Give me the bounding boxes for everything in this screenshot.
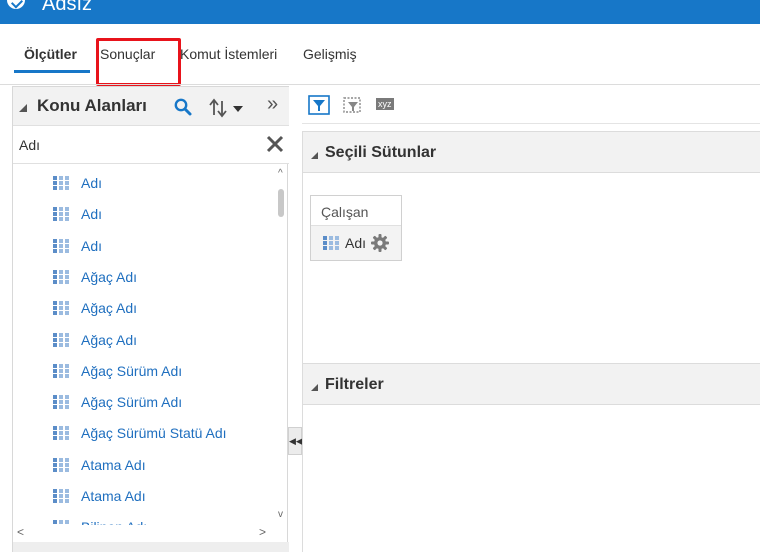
collapse-triangle-icon[interactable] [311, 384, 318, 391]
subject-areas-panel: Konu Alanları » Adı Adı Adı Ağaç Adı Ağaç Ad… [12, 86, 289, 552]
tree-item-label: Ağaç Sürüm Adı [81, 362, 183, 379]
search-icon[interactable] [173, 97, 193, 117]
tab-prompts[interactable]: Komut İstemleri [180, 46, 277, 62]
panel-footer [13, 542, 289, 552]
tab-advanced[interactable]: Gelişmiş [303, 46, 357, 62]
tree-item[interactable]: Atama Adı [53, 454, 146, 476]
selected-columns-title: Seçili Sütunlar [325, 144, 437, 161]
selected-column-label: Adı [345, 235, 367, 251]
column-icon [53, 176, 69, 190]
tree-item[interactable]: Adı [53, 172, 102, 194]
tree-item[interactable]: Adı [53, 235, 102, 257]
scroll-up-icon[interactable]: ^ [278, 168, 283, 179]
scroll-down-icon[interactable]: v [278, 509, 283, 520]
scroll-left-icon[interactable]: < [17, 525, 24, 539]
tree-item-label: Ağaç Adı [81, 331, 138, 348]
column-icon [53, 426, 69, 441]
subject-search-input[interactable] [19, 134, 259, 156]
column-group-label: Çalışan [311, 196, 401, 226]
clear-search-icon[interactable] [265, 134, 285, 154]
collapse-pane-button[interactable]: ◀◀ [288, 427, 303, 455]
filter-icon[interactable] [308, 95, 330, 115]
column-icon [53, 395, 69, 410]
results-tab-highlight [96, 38, 181, 86]
divider [0, 84, 760, 85]
active-tab-indicator [14, 70, 90, 73]
tree-item[interactable]: Ağaç Adı [53, 329, 137, 351]
tree-item-label: Ağaç Sürüm Adı [81, 394, 183, 411]
column-icon [53, 238, 69, 253]
column-icon [53, 332, 69, 347]
sort-icon[interactable] [208, 97, 248, 119]
column-icon [53, 269, 69, 284]
search-row [13, 126, 289, 164]
collapse-triangle-icon[interactable] [19, 104, 27, 112]
tree-item[interactable]: Adı [53, 203, 102, 225]
sql-expression-icon[interactable]: xyz [376, 98, 394, 110]
app-header: Adsız [0, 0, 760, 24]
scroll-thumb[interactable] [278, 189, 284, 217]
tree-item-label: Ağaç Sürümü Statü Adı [81, 425, 227, 442]
selected-column-item[interactable]: Adı [311, 226, 401, 260]
column-icon [53, 489, 69, 503]
subject-areas-header: Konu Alanları » [13, 86, 289, 126]
criteria-toolbar: xyz [302, 86, 760, 124]
selected-column-card: Çalışan Adı [310, 195, 402, 261]
tree-item[interactable]: Ağaç Adı [53, 297, 137, 319]
filters-header: Filtreler [302, 363, 760, 405]
column-icon [53, 301, 69, 316]
tree-item[interactable]: Bilinen Adı [53, 516, 147, 525]
tree-item-label: Atama Adı [81, 488, 146, 504]
tab-criteria[interactable]: Ölçütler [24, 46, 77, 62]
tree-item-label: Atama Adı [81, 456, 146, 473]
tree-item[interactable]: Ağaç Sürüm Adı [53, 360, 182, 382]
column-icon [53, 457, 69, 472]
scroll-right-icon[interactable]: > [259, 525, 266, 539]
expand-panel-icon[interactable]: » [267, 94, 278, 114]
filters-body [302, 405, 760, 552]
filters-title: Filtreler [325, 376, 384, 393]
selected-columns-header: Seçili Sütunlar [302, 131, 760, 173]
vertical-scrollbar[interactable]: ^ v [275, 165, 289, 525]
tree-item-label: Adı [81, 237, 103, 254]
collapse-triangle-icon[interactable] [311, 152, 318, 159]
subject-areas-title: Konu Alanları [37, 96, 147, 115]
tree-item[interactable]: Ağaç Sürümü Statü Adı [53, 422, 227, 444]
column-icon [323, 236, 339, 250]
tree-item-label: Ağaç Adı [81, 300, 138, 317]
gear-icon[interactable] [370, 233, 390, 253]
tree-item[interactable]: Atama Adı [53, 485, 146, 507]
saved-filter-icon[interactable] [342, 95, 364, 115]
column-icon [53, 207, 69, 222]
column-icon [53, 363, 69, 378]
tree-item-label: Ağaç Adı [81, 268, 138, 285]
tree-item-label: Adı [81, 175, 103, 191]
tree-item-label: Adı [81, 206, 103, 223]
app-logo-icon [7, 0, 25, 9]
tree-item[interactable]: Ağaç Sürüm Adı [53, 391, 182, 413]
window-title: Adsız [42, 0, 93, 15]
tree-item[interactable]: Ağaç Adı [53, 266, 137, 288]
subject-areas-tree: Adı Adı Adı Ağaç Adı Ağaç Adı Ağaç Adı Ağaç Sü… [13, 165, 275, 525]
horizontal-scrollbar[interactable]: < > [13, 525, 289, 539]
